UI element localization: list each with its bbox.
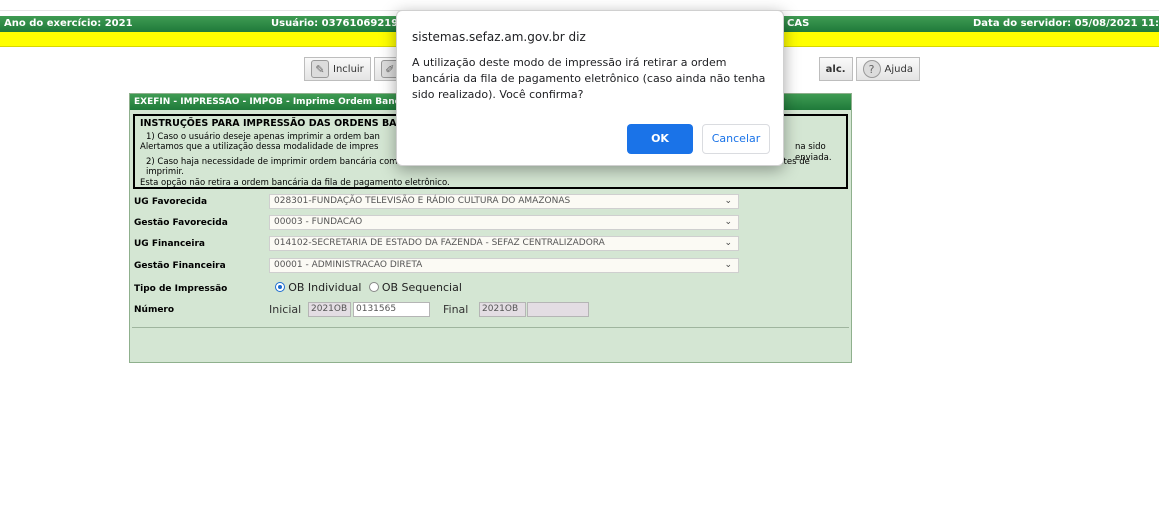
user-info: Usuário: 03761069219-	[271, 18, 403, 29]
chevron-down-icon: ⌄	[724, 196, 732, 206]
dialog-message: A utilização deste modo de impressão irá…	[412, 56, 766, 101]
ok-button[interactable]: OK	[627, 124, 693, 154]
gestao-financeira-label: Gestão Financeira	[134, 261, 226, 271]
inicial-label: Inicial	[269, 303, 302, 316]
ajuda-button[interactable]: ? Ajuda	[855, 57, 920, 81]
tipo-impressao-label: Tipo de Impressão	[134, 284, 228, 294]
ug-financeira-value: 014102-SECRETARIA DE ESTADO DA FAZENDA -…	[274, 238, 605, 248]
final-prefix-field: 2021OB	[479, 302, 526, 317]
final-number-input[interactable]	[527, 302, 589, 317]
chevron-down-icon: ⌄	[724, 238, 732, 248]
server-date: Data do servidor: 05/08/2021 11:33 A	[973, 18, 1159, 29]
inicial-number-input[interactable]: 0131565	[353, 302, 430, 317]
ob-individual-radio[interactable]	[275, 282, 285, 292]
incluir-button[interactable]: ✎ Incluir	[304, 57, 371, 81]
ob-individual-label[interactable]: OB Individual	[288, 281, 361, 294]
gestao-favorecida-select[interactable]: 00003 - FUNDACAO ⌄	[269, 215, 739, 230]
ug-financeira-label: UG Financeira	[134, 239, 205, 249]
inicial-prefix-field: 2021OB	[308, 302, 351, 317]
user-info-suffix: CAS	[787, 18, 810, 29]
field-gestao-financeira: Gestão Financeira 00001 - ADMINISTRACAO …	[130, 258, 851, 275]
ug-favorecida-label: UG Favorecida	[134, 197, 208, 207]
field-tipo-impressao: Tipo de Impressão OB Individual OB Seque…	[130, 281, 851, 298]
dialog-title: sistemas.sefaz.am.gov.br diz	[412, 30, 586, 44]
calc-label: alc.	[825, 63, 846, 75]
ug-favorecida-value: 028301-FUNDAÇÃO TELEVISÃO E RÁDIO CULTUR…	[274, 196, 571, 206]
field-gestao-favorecida: Gestão Favorecida 00003 - FUNDACAO ⌄	[130, 215, 851, 232]
help-icon: ?	[862, 60, 881, 78]
ob-sequencial-label[interactable]: OB Sequencial	[382, 281, 462, 294]
final-label: Final	[443, 303, 469, 316]
confirm-dialog: sistemas.sefaz.am.gov.br diz A utilizaçã…	[396, 10, 784, 166]
ob-sequencial-radio[interactable]	[368, 282, 379, 292]
gestao-favorecida-label: Gestão Favorecida	[134, 218, 228, 228]
ajuda-label: Ajuda	[884, 63, 913, 75]
exercise-year: Ano do exercício: 2021	[4, 18, 133, 29]
chevron-down-icon: ⌄	[724, 260, 732, 270]
instruction-line-4: Esta opção não retira a ordem bancária d…	[140, 177, 450, 188]
numero-label: Número	[134, 305, 175, 315]
gestao-financeira-select[interactable]: 00001 - ADMINISTRACAO DIRETA ⌄	[269, 258, 739, 273]
instruction-line-2: Alertamos que a utilização dessa modalid…	[140, 142, 379, 152]
gestao-favorecida-value: 00003 - FUNDACAO	[274, 217, 363, 227]
instruction-line-2-tail: na sido enviada.	[795, 142, 832, 163]
incluir-label: Incluir	[333, 63, 364, 75]
field-numero: Número Inicial 2021OB 0131565 Final 2021…	[130, 302, 851, 319]
field-ug-favorecida: UG Favorecida 028301-FUNDAÇÃO TELEVISÃO …	[130, 194, 851, 211]
chevron-down-icon: ⌄	[724, 217, 732, 227]
gestao-financeira-value: 00001 - ADMINISTRACAO DIRETA	[274, 260, 423, 270]
ug-financeira-select[interactable]: 014102-SECRETARIA DE ESTADO DA FAZENDA -…	[269, 236, 739, 251]
include-icon: ✎	[311, 60, 329, 78]
tipo-impressao-options: OB Individual OB Sequencial	[275, 281, 462, 294]
field-ug-financeira: UG Financeira 014102-SECRETARIA DE ESTAD…	[130, 236, 851, 253]
panel-divider	[132, 327, 849, 328]
ug-favorecida-select[interactable]: 028301-FUNDAÇÃO TELEVISÃO E RÁDIO CULTUR…	[269, 194, 739, 209]
cancel-button[interactable]: Cancelar	[702, 124, 770, 154]
calc-button[interactable]: alc.	[818, 57, 853, 81]
